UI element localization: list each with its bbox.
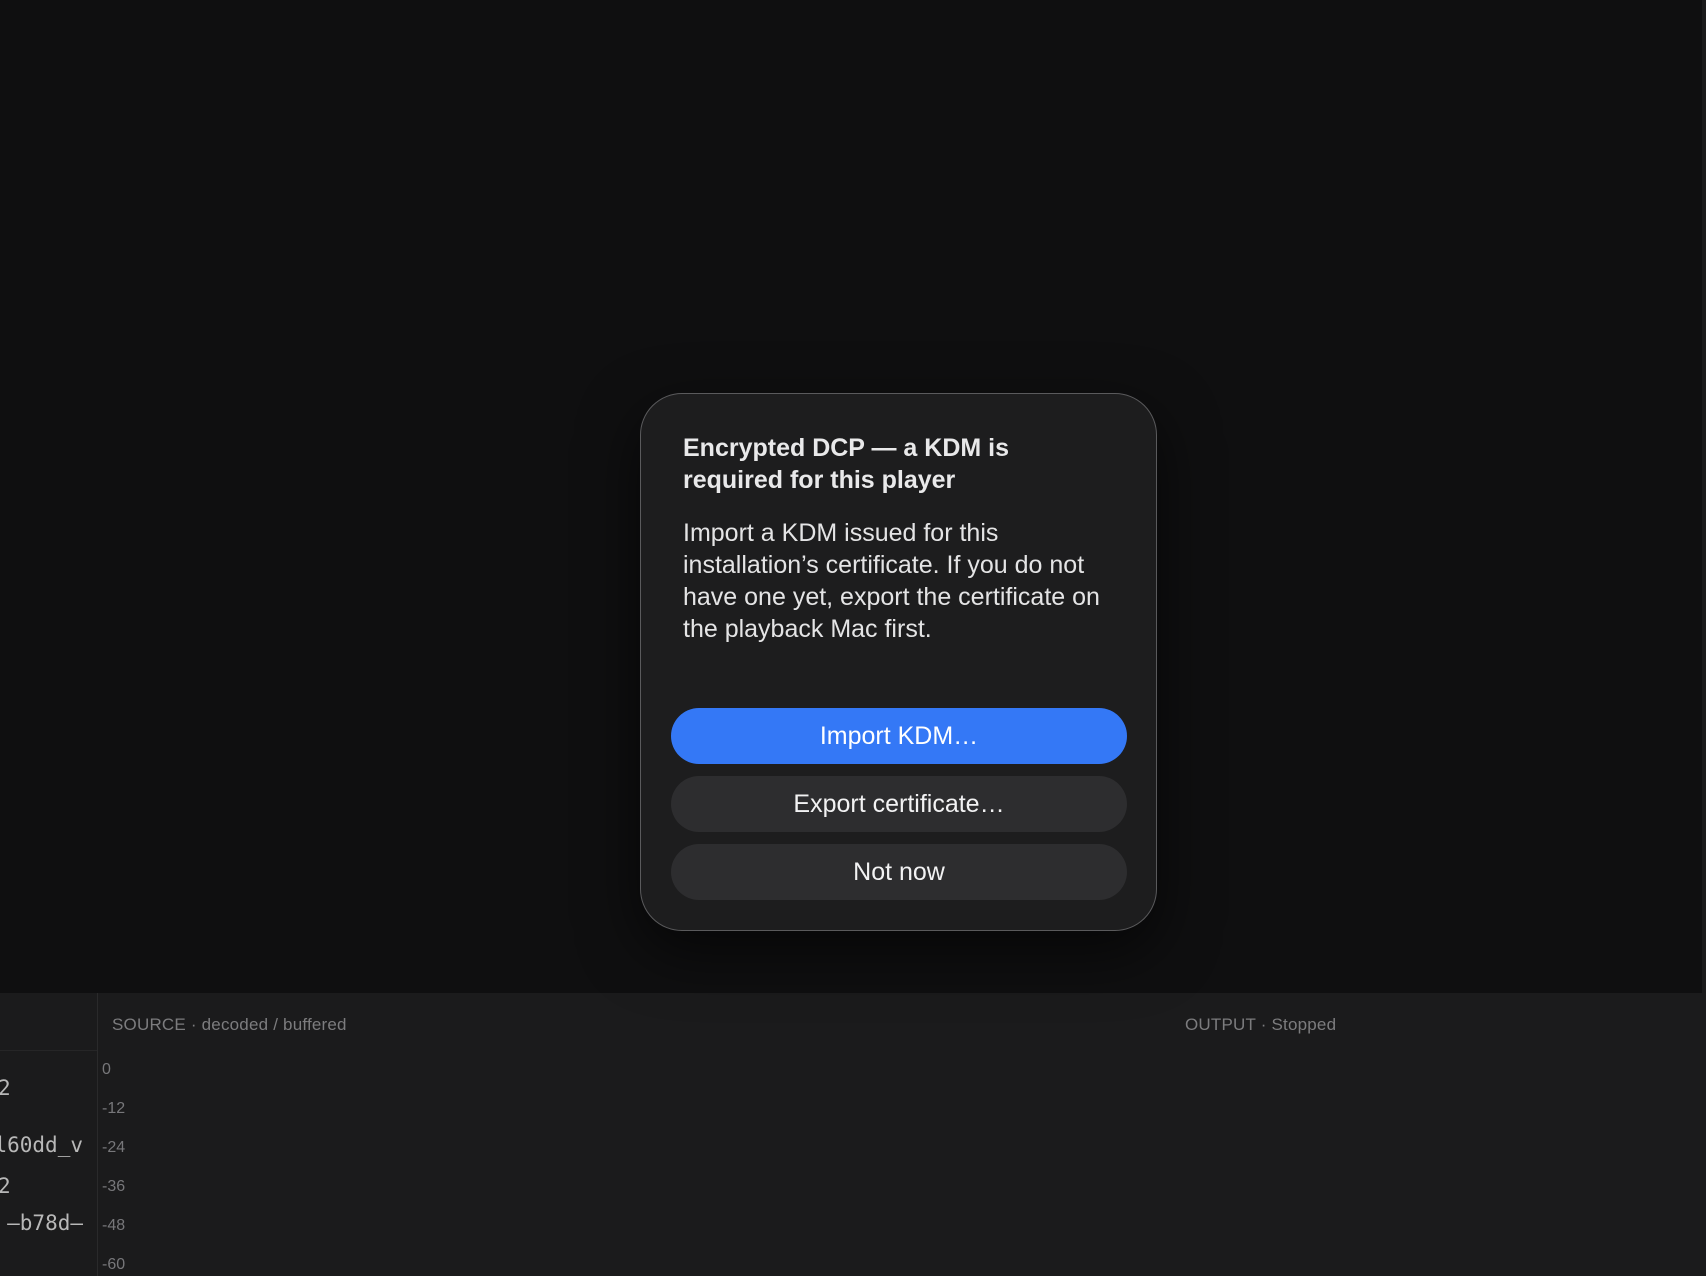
meter-tick-label: -24 <box>102 1139 126 1156</box>
meter-tick-label: -60 <box>102 1256 126 1273</box>
dialog-title: Encrypted DCP — a KDM is required for th… <box>683 434 1010 494</box>
column-header-divider <box>0 1050 97 1051</box>
file-list-fragment: l60dd_v <box>0 1133 83 1157</box>
output-label: OUTPUT · Stopped <box>1185 1015 1337 1034</box>
kdm-required-dialog: Encrypted DCP — a KDM is required for th… <box>640 393 1157 931</box>
window-edge <box>1702 0 1706 993</box>
file-list-fragment: —b78d— <box>7 1211 83 1235</box>
dialog-message: Import a KDM issued for this installatio… <box>683 519 1100 643</box>
meter-tick-label: -48 <box>102 1217 126 1234</box>
meter-tick-label: -36 <box>102 1178 126 1195</box>
file-list-fragment: 2 <box>0 1076 11 1100</box>
file-list-fragment: 2 <box>0 1174 11 1198</box>
not-now-button[interactable]: Not now <box>671 844 1127 900</box>
export-certificate-button[interactable]: Export certificate… <box>671 776 1127 832</box>
import-kdm-button[interactable]: Import KDM… <box>671 708 1127 764</box>
meter-tick-label: 0 <box>102 1061 111 1078</box>
source-label: SOURCE · decoded / buffered <box>112 1015 347 1034</box>
meter-tick-label: -12 <box>102 1100 126 1117</box>
file-list-column: 2 l60dd_v 2 —b78d— <box>0 993 98 1276</box>
bottom-panel: 2 l60dd_v 2 —b78d— SOURCE · decoded / bu… <box>0 993 1706 1276</box>
